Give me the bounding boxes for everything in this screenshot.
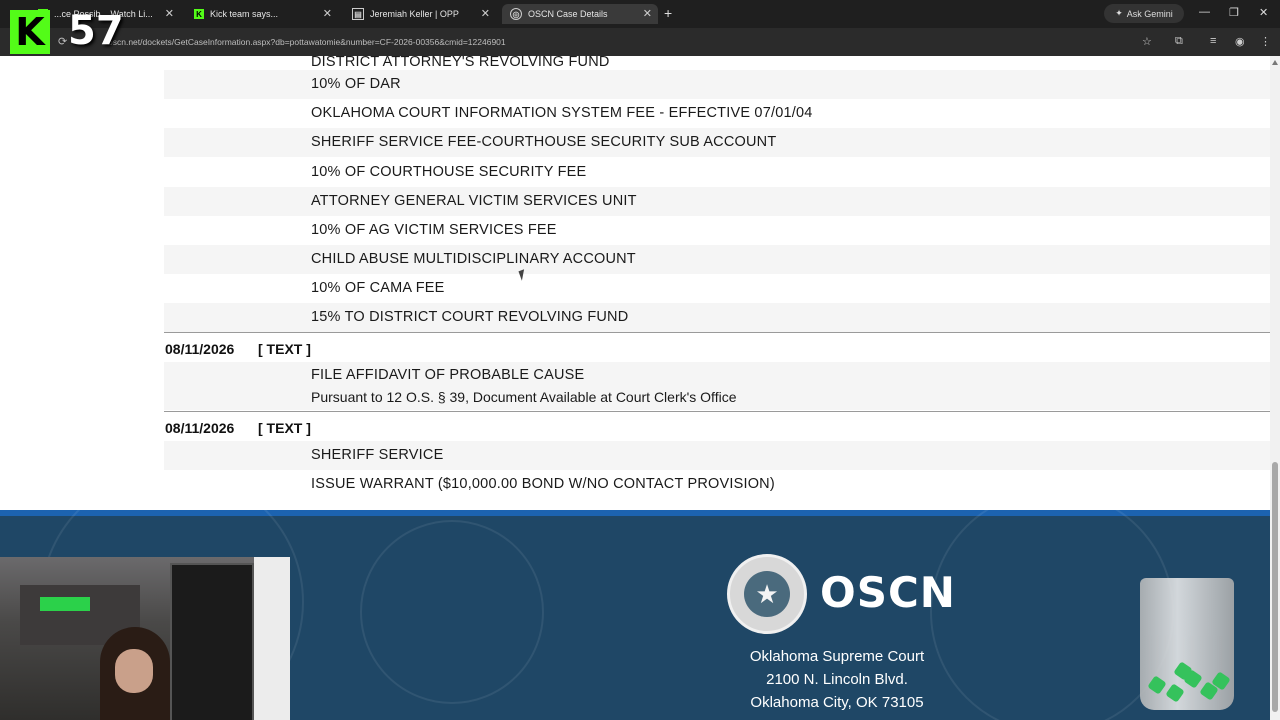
- url-input[interactable]: oscn.net/dockets/GetCaseInformation.aspx…: [108, 37, 506, 47]
- entry-date: 08/11/2026: [165, 341, 235, 357]
- close-tab-icon[interactable]: ✕: [323, 7, 332, 20]
- minimize-icon[interactable]: —: [1199, 6, 1210, 18]
- scroll-up-icon[interactable]: [1272, 60, 1278, 65]
- ask-gemini-button[interactable]: ✦ Ask Gemini: [1104, 4, 1184, 23]
- fee-line-text: 15% TO DISTRICT COURT REVOLVING FUND: [311, 309, 629, 325]
- docket-entry-header: 08/11/2026 [ TEXT ]: [164, 413, 1270, 443]
- close-tab-icon[interactable]: ✕: [481, 7, 490, 20]
- star-icon: ★: [744, 571, 790, 617]
- viewer-count: 57: [68, 8, 124, 54]
- tip-jar-overlay: [1140, 578, 1234, 710]
- entry-description: FILE AFFIDAVIT OF PROBABLE CAUSE: [311, 367, 585, 383]
- reload-icon[interactable]: ⟳: [58, 35, 67, 48]
- webcam-overlay: [0, 557, 290, 720]
- maximize-icon[interactable]: ❐: [1229, 6, 1239, 19]
- entry-divider: [164, 411, 1270, 412]
- fee-line-text: 10% OF AG VICTIM SERVICES FEE: [311, 222, 557, 238]
- profile-icon[interactable]: ◉: [1235, 35, 1245, 48]
- kick-favicon-icon: K: [194, 9, 204, 19]
- globe-icon: ◎: [510, 8, 522, 20]
- entry-description: ISSUE WARRANT ($10,000.00 BOND W/NO CONT…: [311, 476, 775, 492]
- entry-note: Pursuant to 12 O.S. § 39, Document Avail…: [311, 389, 737, 405]
- webcam-cabinet: [170, 563, 254, 720]
- close-window-icon[interactable]: ✕: [1259, 6, 1268, 19]
- docket-entry-body: ISSUE WARRANT ($10,000.00 BOND W/NO CONT…: [164, 470, 1270, 499]
- entry-date: 08/11/2026: [165, 420, 235, 436]
- fee-line: CHILD ABUSE MULTIDISCIPLINARY ACCOUNT: [164, 245, 1270, 274]
- ask-gemini-label: Ask Gemini: [1126, 8, 1173, 19]
- tab-kick-team[interactable]: K Kick team says... ✕: [186, 4, 338, 24]
- fee-line: 10% OF COURTHOUSE SECURITY FEE: [164, 158, 1270, 187]
- tab-jeremiah-keller[interactable]: ▤ Jeremiah Keller | OPP ✕: [344, 4, 496, 24]
- fee-line-text: 10% OF COURTHOUSE SECURITY FEE: [311, 164, 587, 180]
- page-favicon-icon: ▤: [352, 8, 364, 20]
- sparkle-icon: ✦: [1115, 8, 1123, 18]
- extensions-icon[interactable]: ⧉: [1175, 35, 1183, 48]
- fee-line: 15% TO DISTRICT COURT REVOLVING FUND: [164, 303, 1270, 332]
- kick-chip-icon: [1147, 675, 1167, 695]
- tab-oscn-case-details[interactable]: ◎ OSCN Case Details ✕: [502, 4, 658, 24]
- tab-title: Kick team says...: [210, 9, 279, 19]
- fee-line-text: SHERIFF SERVICE FEE-COURTHOUSE SECURITY …: [311, 134, 777, 150]
- kick-logo: K: [10, 10, 50, 54]
- footer-decoration: [360, 520, 544, 704]
- entry-code: [ TEXT ]: [258, 341, 311, 357]
- media-icon[interactable]: ≡: [1210, 35, 1216, 47]
- fee-line-text: DISTRICT ATTORNEY'S REVOLVING FUND: [311, 56, 610, 70]
- fee-line-text: 10% OF DAR: [311, 76, 401, 92]
- fee-line-text: 10% OF CAMA FEE: [311, 280, 445, 296]
- oklahoma-supreme-court-seal-icon: ★: [727, 554, 807, 634]
- fee-line: SHERIFF SERVICE FEE-COURTHOUSE SECURITY …: [164, 128, 1270, 157]
- address-bar: ⟳ oscn.net/dockets/GetCaseInformation.as…: [0, 28, 1280, 56]
- footer-address-line: Oklahoma City, OK 73105: [750, 694, 924, 711]
- entry-divider: [164, 332, 1270, 333]
- footer-address-line: 2100 N. Lincoln Blvd.: [766, 671, 908, 688]
- entry-description: SHERIFF SERVICE: [311, 447, 444, 463]
- fee-line-text: OKLAHOMA COURT INFORMATION SYSTEM FEE - …: [311, 105, 813, 121]
- docket-entry-header: 08/11/2026 [ TEXT ]: [164, 334, 1270, 364]
- entry-code: [ TEXT ]: [258, 420, 311, 436]
- tab-title: OSCN Case Details: [528, 9, 608, 19]
- oscn-logo-text[interactable]: OSCN: [820, 568, 956, 617]
- close-tab-icon[interactable]: ✕: [165, 7, 174, 20]
- footer-address-line: Oklahoma Supreme Court: [749, 648, 925, 665]
- fee-line: 10% OF AG VICTIM SERVICES FEE: [164, 216, 1270, 245]
- kick-chip-icon: [1165, 683, 1185, 703]
- fee-line-text: CHILD ABUSE MULTIDISCIPLINARY ACCOUNT: [311, 251, 636, 267]
- docket-entry-body: SHERIFF SERVICE: [164, 441, 1270, 470]
- bookmark-star-icon[interactable]: ☆: [1142, 35, 1152, 48]
- footer-decoration: [930, 510, 1174, 720]
- close-tab-icon[interactable]: ✕: [643, 7, 652, 20]
- webcam-green-object: [40, 597, 90, 611]
- webcam-face: [115, 649, 153, 693]
- menu-kebab-icon[interactable]: ⋮: [1260, 35, 1271, 48]
- tab-bar: K ...ce Possib... Watch Li... ✕ K Kick t…: [0, 0, 1280, 28]
- fee-line-text: ATTORNEY GENERAL VICTIM SERVICES UNIT: [311, 193, 637, 209]
- fee-line: OKLAHOMA COURT INFORMATION SYSTEM FEE - …: [164, 99, 1270, 128]
- fee-line: 10% OF CAMA FEE: [164, 274, 1270, 303]
- new-tab-icon[interactable]: +: [664, 5, 672, 21]
- fee-line: 10% OF DAR: [164, 70, 1270, 99]
- scrollbar-thumb[interactable]: [1272, 462, 1278, 712]
- webcam-door: [254, 557, 290, 720]
- fee-line: ATTORNEY GENERAL VICTIM SERVICES UNIT: [164, 187, 1270, 216]
- tab-title: Jeremiah Keller | OPP: [370, 9, 459, 19]
